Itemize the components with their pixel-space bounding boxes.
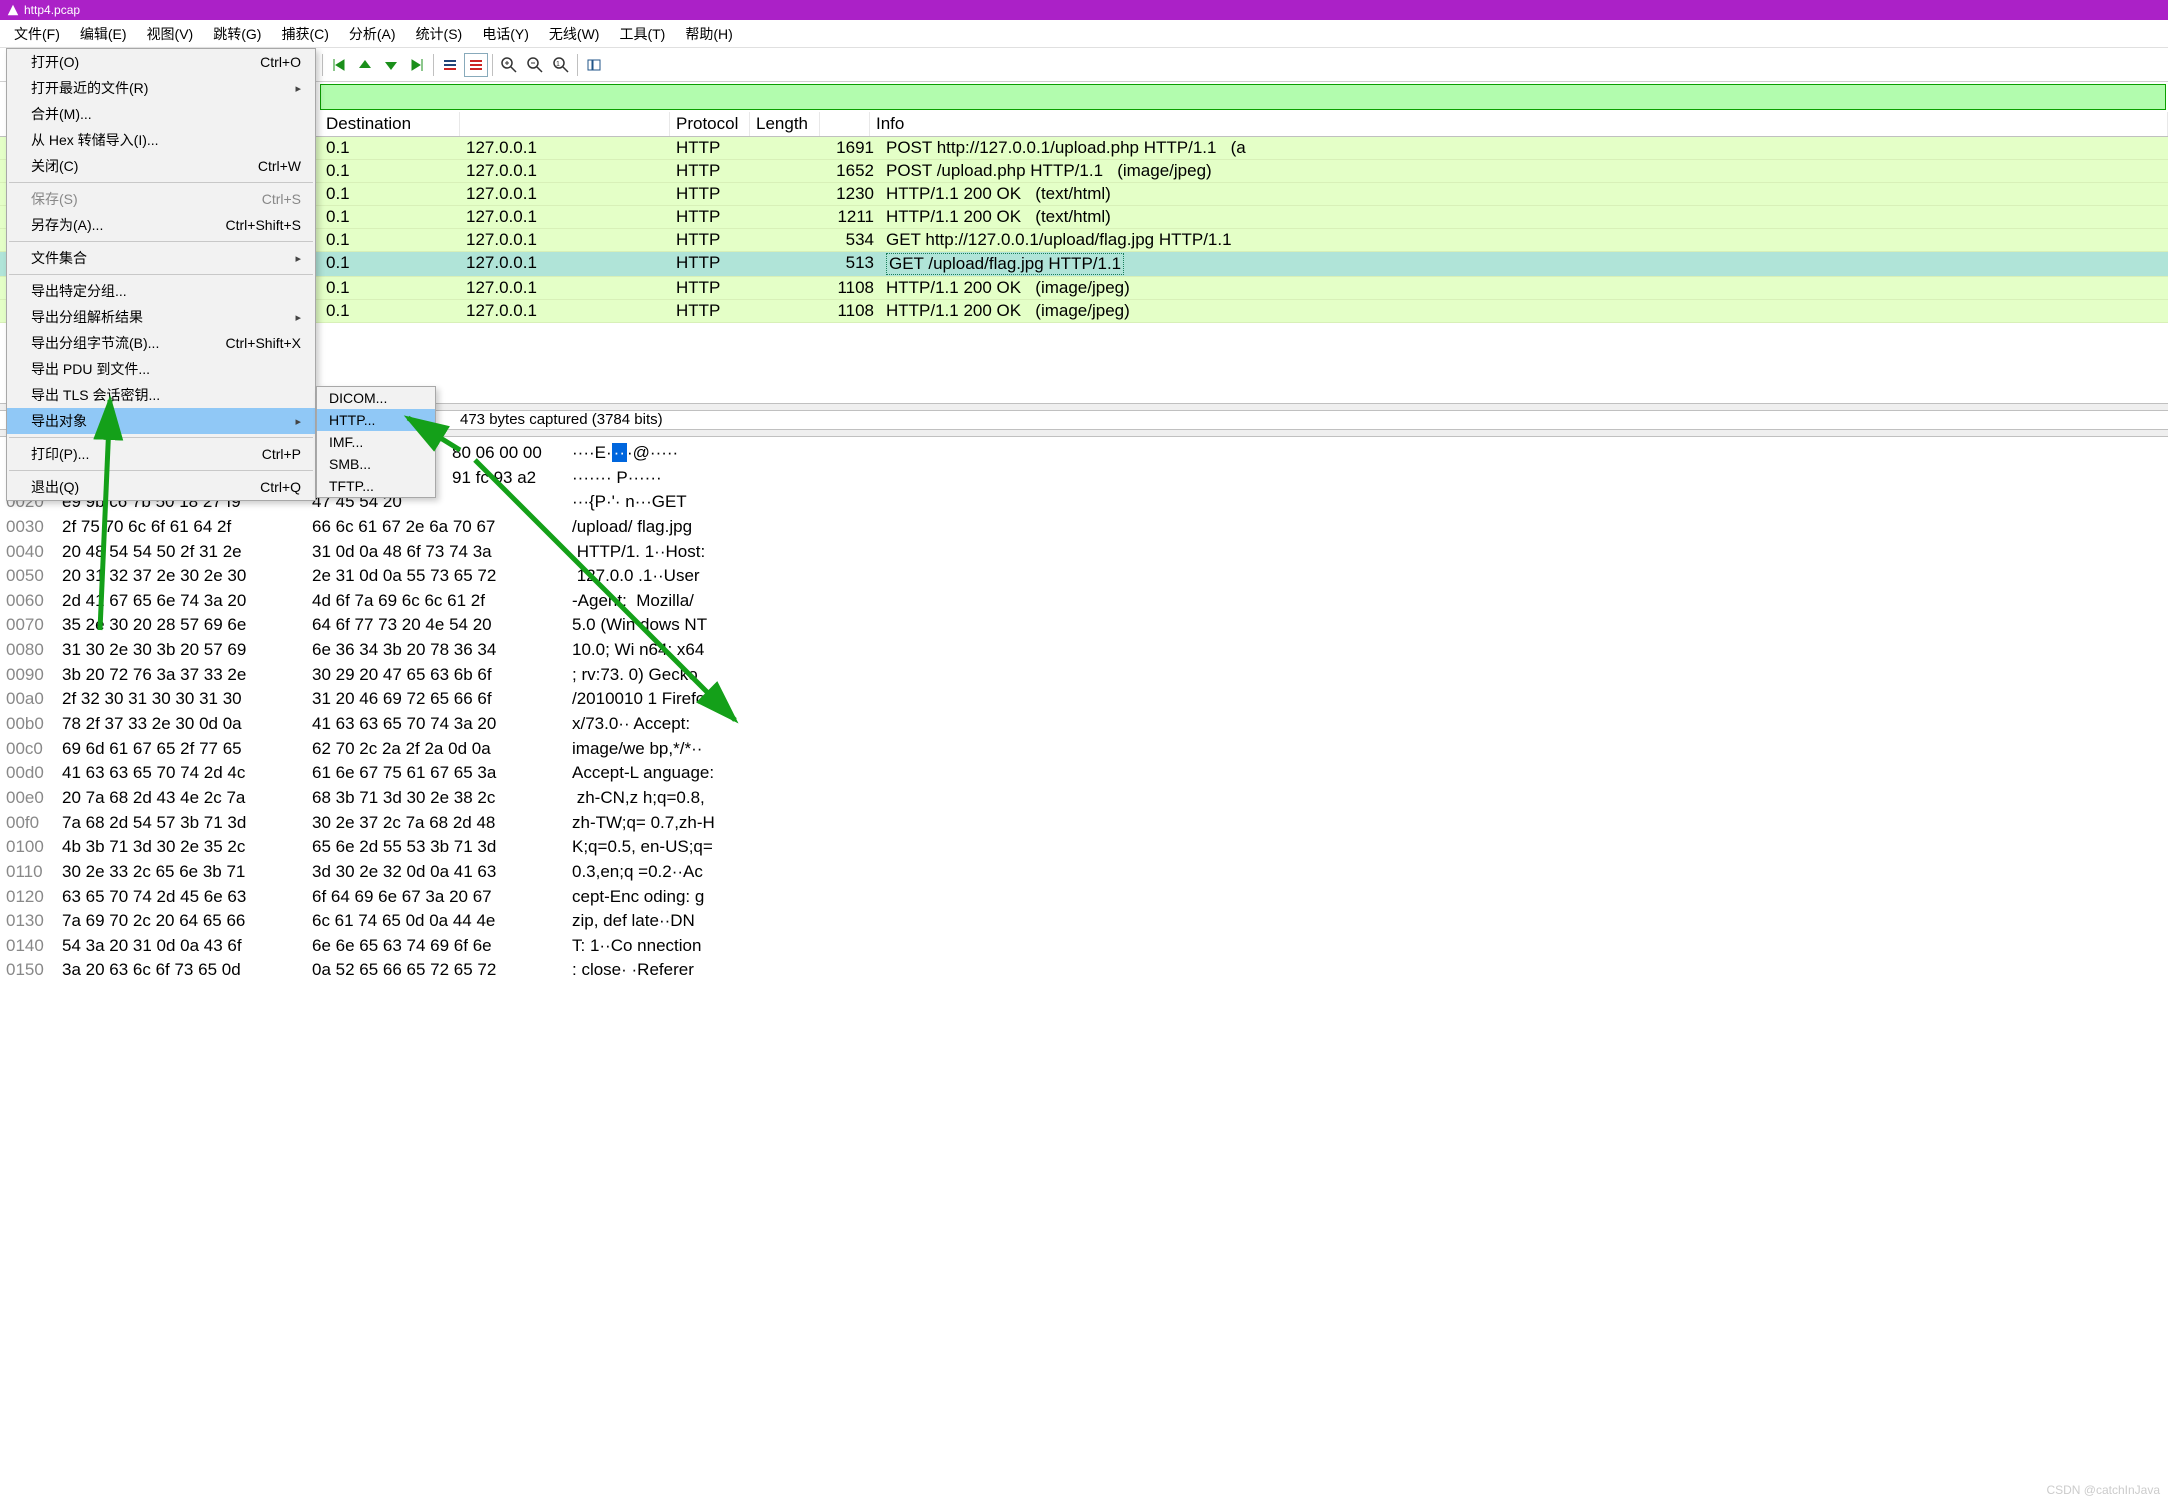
menu-item[interactable]: 编辑(E) bbox=[70, 20, 137, 48]
hex-row[interactable]: 00602d 41 67 65 6e 74 3a 204d 6f 7a 69 6… bbox=[6, 589, 2162, 614]
hex-row[interactable]: 004020 48 54 54 50 2f 31 2e31 0d 0a 48 6… bbox=[6, 540, 2162, 565]
menu-item[interactable]: 退出(Q)Ctrl+Q bbox=[7, 474, 315, 500]
menubar: 文件(F)编辑(E)视图(V)跳转(G)捕获(C)分析(A)统计(S)电话(Y)… bbox=[0, 20, 2168, 48]
menu-item[interactable]: 导出分组解析结果 bbox=[7, 304, 315, 330]
menu-item[interactable]: 工具(T) bbox=[609, 20, 675, 48]
menu-item[interactable]: 导出特定分组... bbox=[7, 278, 315, 304]
hex-row[interactable]: 00b078 2f 37 33 2e 30 0d 0a41 63 63 65 7… bbox=[6, 712, 2162, 737]
menu-item[interactable]: 打印(P)...Ctrl+P bbox=[7, 441, 315, 467]
hex-row[interactable]: 00302f 75 70 6c 6f 61 64 2f66 6c 61 67 2… bbox=[6, 515, 2162, 540]
menu-item[interactable]: 导出分组字节流(B)...Ctrl+Shift+X bbox=[7, 330, 315, 356]
packet-row[interactable]: 0.1127.0.0.1HTTP1691POST http://127.0.0.… bbox=[0, 137, 2168, 160]
menu-item[interactable]: 另存为(A)...Ctrl+Shift+S bbox=[7, 212, 315, 238]
hex-row[interactable]: 00e020 7a 68 2d 43 4e 2c 7a68 3b 71 3d 3… bbox=[6, 786, 2162, 811]
menu-item[interactable]: 导出 TLS 会话密钥... bbox=[7, 382, 315, 408]
menu-item[interactable]: 打开最近的文件(R) bbox=[7, 75, 315, 101]
hex-row[interactable]: 01004b 3b 71 3d 30 2e 35 2c65 6e 2d 55 5… bbox=[6, 835, 2162, 860]
go-down-button[interactable] bbox=[379, 53, 403, 77]
hex-row[interactable]: 011030 2e 33 2c 65 6e 3b 713d 30 2e 32 0… bbox=[6, 860, 2162, 885]
menu-item[interactable]: 视图(V) bbox=[137, 20, 204, 48]
toolbar-sep bbox=[577, 54, 578, 76]
packet-row[interactable]: 0.1127.0.0.1HTTP1211HTTP/1.1 200 OK (tex… bbox=[0, 206, 2168, 229]
packet-row[interactable]: 0.1127.0.0.1HTTP513GET /upload/flag.jpg … bbox=[0, 252, 2168, 277]
menu-item[interactable]: 分析(A) bbox=[339, 20, 406, 48]
toolbar-sep bbox=[433, 54, 434, 76]
file-menu-dropdown: 打开(O)Ctrl+O打开最近的文件(R)合并(M)...从 Hex 转储导入(… bbox=[6, 48, 316, 501]
menu-separator bbox=[9, 437, 313, 438]
packet-row[interactable]: 0.1127.0.0.1HTTP1230HTTP/1.1 200 OK (tex… bbox=[0, 183, 2168, 206]
hex-row[interactable]: 00903b 20 72 76 3a 37 33 2e30 29 20 47 6… bbox=[6, 663, 2162, 688]
watermark: CSDN @catchInJava bbox=[2046, 1483, 2160, 1497]
packet-row[interactable]: 0.1127.0.0.1HTTP1108HTTP/1.1 200 OK (ima… bbox=[0, 300, 2168, 323]
menu-item[interactable]: 打开(O)Ctrl+O bbox=[7, 49, 315, 75]
packet-list[interactable]: Destination Protocol Length Info 0.1127.… bbox=[0, 112, 2168, 323]
autoscroll-button[interactable] bbox=[438, 53, 462, 77]
menu-item[interactable]: 导出 PDU 到文件... bbox=[7, 356, 315, 382]
app-icon bbox=[6, 3, 20, 17]
menu-separator bbox=[9, 182, 313, 183]
display-filter-input[interactable] bbox=[320, 84, 2166, 110]
col-destination[interactable]: Destination bbox=[320, 112, 460, 136]
menu-item[interactable]: 从 Hex 转储导入(I)... bbox=[7, 127, 315, 153]
hex-row[interactable]: 005020 31 32 37 2e 30 2e 302e 31 0d 0a 5… bbox=[6, 564, 2162, 589]
menu-item[interactable]: 跳转(G) bbox=[203, 20, 271, 48]
zoom-in-button[interactable] bbox=[497, 53, 521, 77]
hex-row[interactable]: 014054 3a 20 31 0d 0a 43 6f6e 6e 65 63 7… bbox=[6, 934, 2162, 959]
hex-row[interactable]: 00d041 63 63 65 70 74 2d 4c61 6e 67 75 6… bbox=[6, 761, 2162, 786]
menu-item[interactable]: 电话(Y) bbox=[472, 20, 539, 48]
col-protocol[interactable]: Protocol bbox=[670, 112, 750, 136]
hex-row[interactable]: 01307a 69 70 2c 20 64 65 666c 61 74 65 0… bbox=[6, 909, 2162, 934]
hex-row[interactable]: 00a02f 32 30 31 30 30 31 3031 20 46 69 7… bbox=[6, 687, 2162, 712]
menu-item[interactable]: 导出对象 bbox=[7, 408, 315, 434]
hex-pane[interactable]: 80 06 00 00····E····@·····91 fc 93 a2···… bbox=[0, 437, 2168, 987]
toolbar: 1 bbox=[0, 48, 2168, 82]
zoom-out-button[interactable] bbox=[523, 53, 547, 77]
resize-columns-button[interactable] bbox=[582, 53, 606, 77]
menu-item[interactable]: 无线(W) bbox=[539, 20, 610, 48]
hex-row[interactable]: 01503a 20 63 6c 6f 73 65 0d0a 52 65 66 6… bbox=[6, 958, 2162, 983]
go-up-button[interactable] bbox=[353, 53, 377, 77]
packet-row[interactable]: 0.1127.0.0.1HTTP1108HTTP/1.1 200 OK (ima… bbox=[0, 277, 2168, 300]
menu-item[interactable]: 捕获(C) bbox=[271, 20, 338, 48]
menu-item: 保存(S)Ctrl+S bbox=[7, 186, 315, 212]
hex-row[interactable]: 007035 2e 30 20 28 57 69 6e64 6f 77 73 2… bbox=[6, 613, 2162, 638]
go-last-button[interactable] bbox=[405, 53, 429, 77]
toolbar-sep bbox=[322, 54, 323, 76]
toolbar-sep bbox=[492, 54, 493, 76]
menu-separator bbox=[9, 274, 313, 275]
hex-row[interactable]: 008031 30 2e 30 3b 20 57 696e 36 34 3b 2… bbox=[6, 638, 2162, 663]
col-info[interactable]: Info bbox=[870, 112, 2168, 136]
packet-list-header: Destination Protocol Length Info bbox=[0, 112, 2168, 137]
menu-item[interactable]: 帮助(H) bbox=[675, 20, 742, 48]
title-text: http4.pcap bbox=[24, 3, 80, 17]
menu-item[interactable]: 文件集合 bbox=[7, 245, 315, 271]
packet-row[interactable]: 0.1127.0.0.1HTTP1652POST /upload.php HTT… bbox=[0, 160, 2168, 183]
submenu-item[interactable]: SMB... bbox=[317, 453, 435, 475]
hex-row[interactable]: 012063 65 70 74 2d 45 6e 636f 64 69 6e 6… bbox=[6, 885, 2162, 910]
menu-item[interactable]: 合并(M)... bbox=[7, 101, 315, 127]
submenu-item[interactable]: TFTP... bbox=[317, 475, 435, 497]
zoom-reset-button[interactable]: 1 bbox=[549, 53, 573, 77]
svg-text:1: 1 bbox=[556, 61, 560, 68]
colorize-button[interactable] bbox=[464, 53, 488, 77]
menu-item[interactable]: 统计(S) bbox=[406, 20, 473, 48]
menu-item[interactable]: 文件(F) bbox=[4, 20, 70, 48]
submenu-item[interactable]: HTTP... bbox=[317, 409, 435, 431]
hex-row[interactable]: 00c069 6d 61 67 65 2f 77 6562 70 2c 2a 2… bbox=[6, 737, 2162, 762]
go-first-button[interactable] bbox=[327, 53, 351, 77]
submenu-item[interactable]: IMF... bbox=[317, 431, 435, 453]
titlebar: http4.pcap bbox=[0, 0, 2168, 20]
submenu-item[interactable]: DICOM... bbox=[317, 387, 435, 409]
export-objects-submenu: DICOM...HTTP...IMF...SMB...TFTP... bbox=[316, 386, 436, 498]
frame-summary: 473 bytes captured (3784 bits) bbox=[460, 411, 663, 428]
col-length[interactable]: Length bbox=[750, 112, 820, 136]
hex-row[interactable]: 00f07a 68 2d 54 57 3b 71 3d30 2e 37 2c 7… bbox=[6, 811, 2162, 836]
menu-item[interactable]: 关闭(C)Ctrl+W bbox=[7, 153, 315, 179]
menu-separator bbox=[9, 470, 313, 471]
packet-row[interactable]: 0.1127.0.0.1HTTP534GET http://127.0.0.1/… bbox=[0, 229, 2168, 252]
menu-separator bbox=[9, 241, 313, 242]
